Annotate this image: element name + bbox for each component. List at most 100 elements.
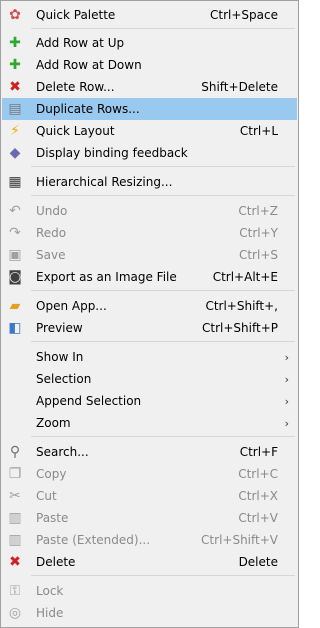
menu-item-label: Redo (36, 226, 67, 240)
menu-item-show-in[interactable]: Show In › (2, 346, 297, 368)
menu-item-copy: ❐ Copy Ctrl+C (2, 463, 297, 485)
menu-item-export-as-an-image-file[interactable]: ◙ Export as an Image File Ctrl+Alt+E (2, 266, 297, 288)
menu-item-label: Selection (36, 372, 92, 386)
menu-item-open-app[interactable]: ▰ Open App... Ctrl+Shift+, (2, 295, 297, 317)
menu-item-label: Search... (36, 445, 89, 459)
hide-eye-icon: ◎ (8, 605, 22, 621)
menu-item-undo: ↶ Undo Ctrl+Z (2, 200, 297, 222)
save-icon: ▣ (8, 247, 22, 263)
delete-row-icon: ✖ (9, 79, 21, 95)
menu-separator (31, 575, 295, 576)
menu-item-shortcut: Ctrl+Space (210, 8, 278, 22)
menu-item-label: Quick Layout (36, 124, 115, 138)
menu-item-label: Quick Palette (36, 8, 116, 22)
menu-item-preview[interactable]: ◧ Preview Ctrl+Shift+P (2, 317, 297, 339)
redo-icon: ↷ (9, 225, 21, 241)
menu-separator (31, 195, 295, 196)
menu-item-label: Preview (36, 321, 83, 335)
palette-icon: ✿ (9, 7, 21, 23)
menu-item-shortcut: Ctrl+V (238, 511, 278, 525)
context-menu: ✿ Quick Palette Ctrl+Space ✚ Add Row at Up ✚ A… (0, 0, 299, 628)
copy-icon: ❐ (8, 466, 22, 482)
menu-item-save: ▣ Save Ctrl+S (2, 244, 297, 266)
menu-item-label: Delete Row... (36, 80, 115, 94)
menu-item-label: Display binding feedback (36, 146, 188, 160)
menu-item-label: Paste (36, 511, 69, 525)
menu-separator (31, 341, 295, 342)
submenu-arrow-icon: › (284, 372, 289, 386)
menu-item-label: Save (36, 248, 66, 262)
menu-item-quick-palette[interactable]: ✿ Quick Palette Ctrl+Space (2, 4, 297, 26)
menu-item-shortcut: Ctrl+Shift+P (202, 321, 278, 335)
undo-icon: ↶ (9, 203, 21, 219)
menu-item-paste: ▥ Paste Ctrl+V (2, 507, 297, 529)
menu-item-duplicate-rows[interactable]: ▤ Duplicate Rows... (2, 98, 297, 120)
scissors-icon: ✂ (9, 488, 21, 504)
paste-icon: ▥ (8, 510, 22, 526)
menu-item-shortcut: Ctrl+L (239, 124, 278, 138)
menu-item-delete-row[interactable]: ✖ Delete Row... Shift+Delete (2, 76, 297, 98)
menu-item-shortcut: Ctrl+F (239, 445, 278, 459)
menu-item-add-row-at-down[interactable]: ✚ Add Row at Down (2, 54, 297, 76)
preview-icon: ◧ (8, 320, 22, 336)
camera-icon: ◙ (8, 269, 22, 285)
menu-item-label: Export as an Image File (36, 270, 177, 284)
menu-item-label: Cut (36, 489, 57, 503)
menu-separator (31, 28, 295, 29)
open-folder-icon: ▰ (9, 298, 21, 314)
menu-item-label: Hierarchical Resizing... (36, 175, 173, 189)
delete-icon: ✖ (9, 554, 21, 570)
menu-item-cut: ✂ Cut Ctrl+X (2, 485, 297, 507)
menu-item-shortcut: Shift+Delete (201, 80, 278, 94)
menu-item-label: Show In (36, 350, 84, 364)
menu-item-label: Copy (36, 467, 67, 481)
menu-item-add-row-at-up[interactable]: ✚ Add Row at Up (2, 32, 297, 54)
menu-item-hierarchical-resizing[interactable]: ▦ Hierarchical Resizing... (2, 171, 297, 193)
menu-item-label: Add Row at Up (36, 36, 125, 50)
menu-item-shortcut: Delete (238, 555, 278, 569)
menu-item-label: Hide (36, 606, 64, 620)
menu-item-shortcut: Ctrl+C (238, 467, 278, 481)
menu-item-display-binding-feedback[interactable]: ◆ Display binding feedback (2, 142, 297, 164)
menu-item-hide: ◎ Hide (2, 602, 297, 624)
menu-item-append-selection[interactable]: Append Selection › (2, 390, 297, 412)
menu-separator (31, 290, 295, 291)
search-icon: ⚲ (9, 444, 21, 460)
menu-item-delete[interactable]: ✖ Delete Delete (2, 551, 297, 573)
submenu-arrow-icon: › (284, 394, 289, 408)
menu-item-search[interactable]: ⚲ Search... Ctrl+F (2, 441, 297, 463)
submenu-arrow-icon: › (284, 350, 289, 364)
menu-item-label: Add Row at Down (36, 58, 142, 72)
menu-item-shortcut: Ctrl+Z (238, 204, 278, 218)
menu-item-label: Delete (36, 555, 76, 569)
menu-item-shortcut: Ctrl+X (238, 489, 278, 503)
menu-item-label: Zoom (36, 416, 71, 430)
submenu-arrow-icon: › (284, 416, 289, 430)
paste-extended-icon: ▥ (8, 532, 22, 548)
menu-item-label: Open App... (36, 299, 107, 313)
menu-separator (31, 436, 295, 437)
add-row-up-icon: ✚ (9, 35, 21, 51)
menu-item-shortcut: Ctrl+S (238, 248, 278, 262)
binding-feedback-icon: ◆ (9, 145, 21, 161)
menu-item-shortcut: Ctrl+Shift+, (205, 299, 278, 313)
lightning-icon: ⚡ (10, 123, 20, 139)
menu-item-label: Undo (36, 204, 68, 218)
menu-separator (31, 166, 295, 167)
menu-item-zoom[interactable]: Zoom › (2, 412, 297, 434)
menu-item-shortcut: Ctrl+Y (239, 226, 278, 240)
add-row-down-icon: ✚ (9, 57, 21, 73)
menu-item-quick-layout[interactable]: ⚡ Quick Layout Ctrl+L (2, 120, 297, 142)
hierarchical-resize-icon: ▦ (8, 174, 22, 190)
menu-item-lock: ⚿ Lock (2, 580, 297, 602)
lock-icon: ⚿ (9, 583, 21, 599)
menu-item-label: Paste (Extended)... (36, 533, 151, 547)
menu-item-redo: ↷ Redo Ctrl+Y (2, 222, 297, 244)
menu-item-label: Lock (36, 584, 64, 598)
menu-item-selection[interactable]: Selection › (2, 368, 297, 390)
menu-item-label: Duplicate Rows... (36, 102, 140, 116)
menu-item-shortcut: Ctrl+Shift+V (201, 533, 278, 547)
menu-item-paste-extended: ▥ Paste (Extended)... Ctrl+Shift+V (2, 529, 297, 551)
duplicate-rows-icon: ▤ (8, 101, 22, 117)
menu-item-shortcut: Ctrl+Alt+E (212, 270, 278, 284)
